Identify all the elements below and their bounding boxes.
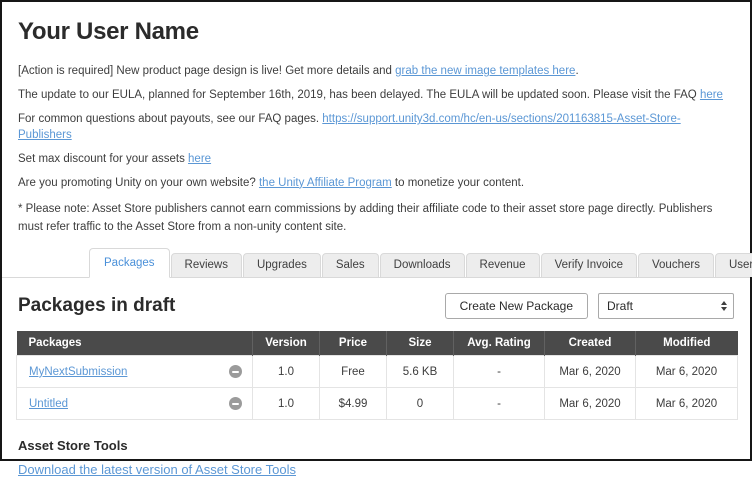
faq-here-link[interactable]: here xyxy=(700,89,723,101)
col-header-size: Size xyxy=(387,331,454,356)
avg-rating-cell: - xyxy=(454,356,545,388)
tab-sales[interactable]: Sales xyxy=(322,253,379,277)
notice-affiliate: Are you promoting Unity on your own webs… xyxy=(18,176,734,192)
package-name-cell: Untitled xyxy=(17,388,253,420)
notice-max-discount: Set max discount for your assets here xyxy=(18,152,734,168)
tab-bar: Packages Reviews Upgrades Sales Download… xyxy=(2,248,750,278)
col-header-avg-rating: Avg. Rating xyxy=(454,331,545,356)
tab-vouchers[interactable]: Vouchers xyxy=(638,253,714,277)
package-link[interactable]: Untitled xyxy=(29,398,68,410)
asset-store-tools-section: Asset Store Tools Download the latest ve… xyxy=(18,438,734,479)
section-title: Packages in draft xyxy=(18,295,175,317)
status-filter-select[interactable]: Draft xyxy=(598,293,734,319)
col-header-price: Price xyxy=(320,331,387,356)
notice-text: Are you promoting Unity on your own webs… xyxy=(18,177,259,189)
modified-cell: Mar 6, 2020 xyxy=(636,388,738,420)
tab-verify-invoice[interactable]: Verify Invoice xyxy=(541,253,637,277)
size-cell: 5.6 KB xyxy=(387,356,454,388)
affiliate-note: * Please note: Asset Store publishers ca… xyxy=(18,200,734,237)
tab-reviews[interactable]: Reviews xyxy=(171,253,242,277)
discount-here-link[interactable]: here xyxy=(188,153,211,165)
table-row: MyNextSubmission 1.0 Free 5.6 KB - Mar 6… xyxy=(17,356,738,388)
size-cell: 0 xyxy=(387,388,454,420)
notice-text: to monetize your content. xyxy=(392,177,524,189)
package-link[interactable]: MyNextSubmission xyxy=(29,366,127,378)
price-cell: Free xyxy=(320,356,387,388)
price-cell: $4.99 xyxy=(320,388,387,420)
col-header-modified: Modified xyxy=(636,331,738,356)
avg-rating-cell: - xyxy=(454,388,545,420)
tab-upgrades[interactable]: Upgrades xyxy=(243,253,321,277)
minus-circle-icon xyxy=(229,365,242,378)
package-name-cell: MyNextSubmission xyxy=(17,356,253,388)
up-down-arrows-icon xyxy=(721,301,727,311)
tab-downloads[interactable]: Downloads xyxy=(380,253,465,277)
tab-revenue[interactable]: Revenue xyxy=(466,253,540,277)
packages-section-header: Packages in draft Create New Package Dra… xyxy=(18,293,734,319)
download-tools-link[interactable]: Download the latest version of Asset Sto… xyxy=(18,462,296,477)
table-header-row: Packages Version Price Size Avg. Rating … xyxy=(17,331,738,356)
minus-circle-icon xyxy=(229,397,242,410)
tab-packages[interactable]: Packages xyxy=(89,248,170,278)
version-cell: 1.0 xyxy=(253,356,320,388)
col-header-packages: Packages xyxy=(17,331,253,356)
notice-text: Set max discount for your assets xyxy=(18,153,188,165)
col-header-created: Created xyxy=(545,331,636,356)
create-new-package-button[interactable]: Create New Package xyxy=(445,293,588,319)
packages-table: Packages Version Price Size Avg. Rating … xyxy=(16,331,738,420)
modified-cell: Mar 6, 2020 xyxy=(636,356,738,388)
version-cell: 1.0 xyxy=(253,388,320,420)
notice-text: For common questions about payouts, see … xyxy=(18,113,322,125)
tab-users[interactable]: Users xyxy=(715,253,752,277)
col-header-version: Version xyxy=(253,331,320,356)
status-filter-value: Draft xyxy=(607,299,633,313)
page-title: Your User Name xyxy=(18,18,734,46)
notice-eula: The update to our EULA, planned for Sept… xyxy=(18,88,734,104)
created-cell: Mar 6, 2020 xyxy=(545,388,636,420)
affiliate-program-link[interactable]: the Unity Affiliate Program xyxy=(259,177,392,189)
table-row: Untitled 1.0 $4.99 0 - Mar 6, 2020 Mar 6… xyxy=(17,388,738,420)
tools-title: Asset Store Tools xyxy=(18,438,734,453)
section-controls: Create New Package Draft xyxy=(445,293,734,319)
created-cell: Mar 6, 2020 xyxy=(545,356,636,388)
notice-product-page: [Action is required] New product page de… xyxy=(18,64,734,80)
image-templates-link[interactable]: grab the new image templates here xyxy=(395,65,575,77)
notice-text: The update to our EULA, planned for Sept… xyxy=(18,89,700,101)
page-content: Your User Name [Action is required] New … xyxy=(2,18,750,236)
notice-text: [Action is required] New product page de… xyxy=(18,65,395,77)
notice-text: . xyxy=(575,65,578,77)
notice-payouts: For common questions about payouts, see … xyxy=(18,112,734,143)
